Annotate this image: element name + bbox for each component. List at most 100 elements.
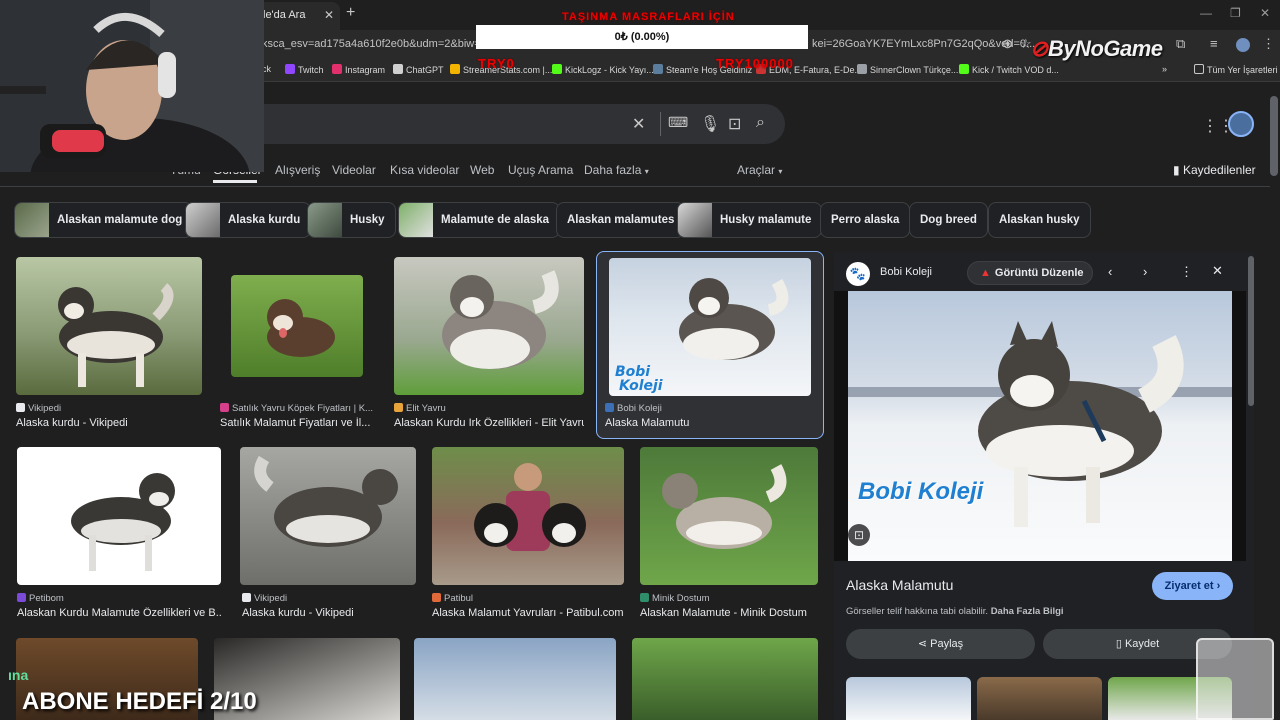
bookmark-item[interactable]: SinnerClown Türkçe... [857,64,958,75]
chip-husky[interactable]: Husky [307,202,396,238]
result-title[interactable]: Alaskan Malamute - Minik Dostum [640,607,818,619]
image-result[interactable] [414,638,616,720]
tab-flights[interactable]: Uçuş Arama [508,163,573,177]
related-image[interactable] [977,677,1102,720]
result-source: Bobi Koleji [605,403,662,414]
result-thumbnail[interactable]: Bobi Koleji [609,258,811,396]
new-tab-icon[interactable]: + [346,4,355,22]
chip-thumbnail [308,203,342,237]
close-window-icon[interactable]: ✕ [1260,6,1270,20]
donation-progress: 0₺ (0.00%) [476,25,808,49]
image-result[interactable] [632,638,818,720]
steam-icon [653,64,663,74]
panel-site-name[interactable]: Bobi Koleji [880,266,932,278]
result-title[interactable]: Alaska Malamut Yavruları - Patibul.com [432,607,624,619]
keyboard-icon[interactable]: ⌨ [668,114,688,131]
image-result[interactable]: Elit Yavru Alaskan Kurdu Irk Özellikleri… [394,257,584,429]
tab-more[interactable]: Daha fazla ▾ [584,163,649,177]
bookmark-icon: ▯ [1115,638,1122,650]
tools-button[interactable]: Araçlar ▾ [737,163,782,177]
site-icon [640,593,649,602]
bookmark-item[interactable]: Kick / Twitch VOD d... [959,64,1059,75]
close-tab-icon[interactable]: ✕ [324,2,334,28]
sponsor-logo: ⊘ByNoGame [1030,36,1163,61]
visit-button[interactable]: Ziyaret et › [1152,572,1233,600]
image-result[interactable]: Vikipedi Alaska kurdu - Vikipedi [240,447,416,619]
preview-image[interactable] [834,291,1246,561]
glass-overlay [1196,638,1274,720]
bynogame-icon: ⊘ [1030,36,1048,61]
edit-image-button[interactable]: ▲ Görüntü Düzenle [967,261,1093,285]
bookmark-item[interactable]: ChatGPT [393,64,444,75]
site-icon [17,593,26,602]
chip-alaskan-malamute-dog[interactable]: Alaskan malamute dog [14,202,194,238]
image-result[interactable]: Petibom Alaskan Kurdu Malamute Özellikle… [17,447,221,619]
chip-dog-breed[interactable]: Dog breed [909,202,988,238]
next-icon[interactable]: › [1143,264,1147,279]
chip-alaskan-husky[interactable]: Alaskan husky [988,202,1091,238]
account-avatar[interactable] [1228,111,1254,137]
result-source: Minik Dostum [640,593,710,604]
result-thumbnail[interactable] [432,447,624,585]
result-title[interactable]: Satılık Malamut Fiyatları ve İl... [220,417,376,429]
panel-scrollbar[interactable] [1248,256,1254,406]
more-options-icon[interactable]: ⋮ [1180,264,1193,280]
sinnerclown-icon [857,64,867,74]
image-result[interactable]: Minik Dostum Alaskan Malamute - Minik Do… [640,447,818,619]
result-thumbnail[interactable] [17,447,221,585]
chip-malamute-de-alaska[interactable]: Malamute de alaska [398,202,561,238]
all-bookmarks[interactable]: Tüm Yer İşaretleri [1194,64,1278,75]
result-title[interactable]: Alaska Malamutu [605,417,815,429]
kick-icon [959,64,969,74]
result-thumbnail[interactable] [640,447,818,585]
tab-short-videos[interactable]: Kısa videolar [390,163,459,177]
saved-button[interactable]: ▮ Kaydedilenler [1173,163,1256,177]
close-panel-icon[interactable]: ✕ [1212,263,1223,279]
result-thumbnail[interactable] [394,257,584,395]
image-result[interactable]: Patibul Alaska Malamut Yavruları - Patib… [432,447,624,619]
result-title[interactable]: Alaskan Kurdu Malamute Özellikleri ve B.… [17,607,221,619]
clear-icon[interactable]: ✕ [632,114,645,134]
media-icon[interactable]: ≡ [1210,36,1218,51]
related-image[interactable] [846,677,971,720]
result-thumbnail[interactable] [231,275,363,377]
bookmark-item[interactable]: Twitch [285,64,324,75]
chip-perro-alaska[interactable]: Perro alaska [820,202,911,238]
bookmark-item[interactable]: KickLogz - Kick Yayı... [552,64,654,75]
bookmark-item[interactable]: Instagram [332,64,385,75]
image-result-selected[interactable]: Bobi Koleji Bobi Koleji Alaska Malamutu [596,251,824,439]
url-text-left[interactable]: ksca_esv=ad175a4a610f2e0b&udm=2&biw=1745… [262,38,512,50]
image-result[interactable]: Satılık Yavru Köpek Fiyatları | K... Sat… [220,257,376,429]
maximize-icon[interactable]: ❐ [1230,6,1241,20]
page-scrollbar[interactable] [1270,96,1278,176]
tab-videos[interactable]: Videolar [332,163,376,177]
chip-husky-malamute[interactable]: Husky malamute [677,202,823,238]
result-title[interactable]: Alaska kurdu - Vikipedi [242,607,418,619]
menu-icon[interactable]: ⋮ [1262,36,1275,52]
tab-web[interactable]: Web [470,163,494,177]
image-preview-panel: 🐾 Bobi Koleji ▲ Görüntü Düzenle ‹ › ⋮ ✕ B… [834,252,1254,720]
minimize-icon[interactable]: — [1200,6,1212,20]
image-result[interactable]: Vikipedi Alaska kurdu - Vikipedi [16,257,202,429]
microphone-icon[interactable]: 🎙 [700,114,720,134]
previous-icon[interactable]: ‹ [1108,264,1112,279]
lens-icon[interactable]: ⊡ [728,114,741,134]
result-title[interactable]: Alaska kurdu - Vikipedi [16,417,202,429]
browser-tab[interactable]: le'da Ara ✕ [255,2,340,30]
lens-icon[interactable]: ⊡ [848,524,870,546]
chip-alaska-kurdu[interactable]: Alaska kurdu [185,202,312,238]
result-title[interactable]: Alaskan Kurdu Irk Özellikleri - Elit Yav… [394,417,584,429]
tab-shopping[interactable]: Alışveriş [275,163,320,177]
extensions-icon[interactable]: ⧉ [1176,36,1185,52]
search-input[interactable]: ✕ ⌨ 🎙 ⊡ ⌕ [250,104,785,144]
result-source: Vikipedi [16,403,61,414]
result-thumbnail[interactable] [240,447,416,585]
more-bookmarks-icon[interactable]: » [1162,64,1167,74]
search-icon[interactable]: ⌕ [756,114,765,132]
profile-avatar[interactable] [1236,38,1250,52]
chip-alaskan-malamutes[interactable]: Alaskan malamutes [556,202,686,238]
share-button[interactable]: ⋖ Paylaş [846,629,1035,659]
result-thumbnail[interactable] [16,257,202,395]
more-info-link[interactable]: Daha Fazla Bilgi [991,606,1064,617]
zoom-icon[interactable]: ⊕ [1002,36,1013,52]
